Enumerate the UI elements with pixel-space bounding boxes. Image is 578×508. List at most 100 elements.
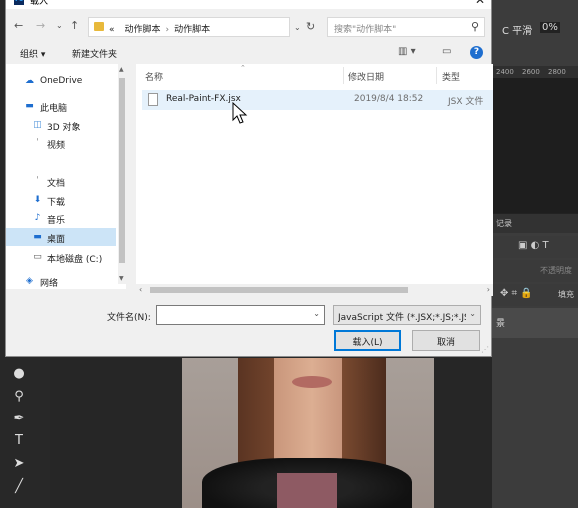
ps-portrait-photo bbox=[182, 358, 434, 508]
breadcrumb-item[interactable]: 动作脚本 bbox=[174, 25, 210, 35]
cancel-button[interactable]: 取消 bbox=[412, 330, 480, 351]
path-select-tool-icon[interactable]: ➤ bbox=[10, 455, 28, 473]
music-icon: ♪ bbox=[34, 213, 41, 223]
load-button[interactable]: 载入(L) bbox=[334, 330, 401, 351]
column-divider[interactable] bbox=[343, 67, 344, 84]
nav-item-desktop[interactable]: ▬ 桌面 bbox=[6, 228, 116, 246]
scroll-right-icon[interactable]: › bbox=[487, 285, 490, 294]
refresh-icon[interactable]: ↻ bbox=[306, 20, 315, 33]
nav-label: 下载 bbox=[47, 198, 66, 208]
nav-label: 视频 bbox=[47, 141, 66, 151]
scroll-down-icon[interactable]: ▼ bbox=[119, 275, 124, 282]
scroll-up-icon[interactable]: ▲ bbox=[119, 66, 124, 73]
nav-item-downloads[interactable]: ⬇ 下载 bbox=[6, 191, 116, 209]
nav-label: OneDrive bbox=[40, 76, 83, 86]
ps-smoothing-value[interactable]: 0% bbox=[540, 22, 560, 33]
line-tool-icon[interactable]: ╱ bbox=[10, 478, 28, 496]
column-divider[interactable] bbox=[436, 67, 437, 84]
filename-label: 文件名(N): bbox=[107, 313, 151, 323]
ruler-tick: 2600 bbox=[522, 68, 540, 76]
organize-button[interactable]: 组织 ▾ bbox=[20, 47, 45, 60]
sort-arrow-icon: ⌃ bbox=[240, 64, 246, 72]
pen-tool-icon[interactable]: ✒ bbox=[10, 410, 28, 428]
panel-tab-label: 记录 bbox=[496, 219, 512, 228]
type-tool-icon[interactable]: T bbox=[10, 432, 28, 450]
back-arrow-icon[interactable]: ← bbox=[14, 19, 23, 32]
nav-item-documents[interactable]: ˈ 文档 bbox=[6, 172, 116, 190]
up-arrow-icon[interactable]: ↑ bbox=[70, 19, 79, 32]
ps-panel-tab-history[interactable]: 记录 bbox=[492, 213, 578, 233]
load-dialog: Ps 载入 ✕ ← → ⌄ ↑ « 动作脚本 › 动作脚本 ⌄ ↻ 搜索"动作脚本" … bbox=[5, 0, 493, 357]
help-icon[interactable]: ? bbox=[470, 46, 483, 59]
breadcrumb-item[interactable]: 动作脚本 bbox=[125, 25, 161, 35]
nav-item-music[interactable]: ♪ 音乐 bbox=[6, 209, 116, 227]
nav-label: 本地磁盘 (C:) bbox=[47, 255, 103, 265]
scroll-left-icon[interactable]: ‹ bbox=[139, 285, 142, 294]
blur-tool-icon[interactable]: ● bbox=[10, 365, 28, 383]
dodge-tool-icon[interactable]: ⚲ bbox=[10, 388, 28, 406]
ps-opacity-row: 不透明度 bbox=[492, 260, 578, 282]
nav-item-videos[interactable]: ˈ 视频 bbox=[6, 134, 116, 152]
column-header-type[interactable]: 类型 bbox=[442, 70, 460, 83]
address-bar[interactable]: «动作脚本 › 动作脚本 bbox=[88, 17, 290, 37]
chevron-down-icon[interactable]: ⌄ bbox=[469, 309, 476, 318]
search-icon: ⚲ bbox=[470, 20, 479, 33]
download-icon: ⬇ bbox=[33, 195, 42, 205]
nav-item-network[interactable]: ◈ 网络 bbox=[6, 272, 116, 290]
view-options-icon[interactable]: ▥ ▾ bbox=[398, 46, 416, 57]
nav-scrollbar[interactable]: ▲ ▼ bbox=[118, 64, 126, 284]
ps-smoothing-label: C 平滑 bbox=[502, 26, 533, 37]
nav-item-3d-objects[interactable]: ◫ 3D 对象 bbox=[6, 116, 116, 134]
chevron-down-icon[interactable]: ⌄ bbox=[313, 309, 320, 318]
cloud-icon: ☁ bbox=[25, 76, 34, 86]
ruler-tick: 2800 bbox=[548, 68, 566, 76]
ps-layer-filter-row: ▣ ◐ T bbox=[492, 236, 578, 258]
navigation-bar: ← → ⌄ ↑ «动作脚本 › 动作脚本 ⌄ ↻ 搜索"动作脚本" ⚲ bbox=[6, 11, 491, 41]
network-icon: ◈ bbox=[26, 276, 33, 286]
preview-pane-icon[interactable]: ▭ bbox=[442, 46, 451, 57]
fill-label: 填充 bbox=[558, 290, 574, 299]
recent-locations-icon[interactable]: ⌄ bbox=[56, 21, 63, 30]
document-icon: ˈ bbox=[36, 176, 39, 186]
nav-label: 3D 对象 bbox=[47, 123, 81, 133]
nav-item-onedrive[interactable]: ☁ OneDrive bbox=[6, 72, 116, 90]
video-icon: ˈ bbox=[36, 138, 39, 148]
forward-arrow-icon[interactable]: → bbox=[36, 19, 45, 32]
close-icon[interactable]: ✕ bbox=[475, 0, 485, 7]
address-overflow[interactable]: « bbox=[109, 25, 115, 35]
file-name: Real-Paint-FX.jsx bbox=[166, 94, 241, 104]
dialog-title: 载入 bbox=[30, 0, 49, 7]
search-box[interactable]: 搜索"动作脚本" ⚲ bbox=[327, 17, 485, 37]
horizontal-scrollbar[interactable]: ‹ › bbox=[136, 284, 493, 296]
column-header-date[interactable]: 修改日期 bbox=[348, 70, 384, 83]
address-dropdown-icon[interactable]: ⌄ bbox=[294, 23, 301, 32]
file-type-filter[interactable]: JavaScript 文件 (*.JSX;*.JS;*.JS ⌄ bbox=[333, 305, 481, 325]
layer-filter-icons[interactable]: ▣ ◐ T bbox=[518, 240, 549, 251]
folder-icon bbox=[94, 22, 104, 31]
lips bbox=[292, 376, 332, 388]
navigation-pane: ☁ OneDrive ▬ 此电脑 ◫ 3D 对象 ˈ 视频 ˈ 文档 ⬇ 下载 … bbox=[6, 64, 126, 289]
nav-item-this-pc[interactable]: ▬ 此电脑 bbox=[6, 97, 116, 115]
nav-item-local-disk[interactable]: ▭ 本地磁盘 (C:) bbox=[6, 248, 116, 266]
dialog-titlebar[interactable]: Ps 载入 ✕ bbox=[6, 0, 491, 9]
nav-label: 文档 bbox=[47, 179, 66, 189]
file-row[interactable]: Real-Paint-FX.jsx 2019/8/4 18:52 JSX 文件 bbox=[142, 90, 493, 110]
opacity-label: 不透明度 bbox=[540, 266, 572, 275]
scroll-thumb[interactable] bbox=[119, 78, 125, 263]
scroll-thumb[interactable] bbox=[150, 287, 408, 293]
ruler-tick: 2400 bbox=[496, 68, 514, 76]
ps-background-layer[interactable]: 景 bbox=[492, 308, 578, 338]
file-date: 2019/8/4 18:52 bbox=[354, 94, 424, 104]
nav-label: 桌面 bbox=[47, 235, 66, 245]
resize-grip-icon[interactable]: ⋰ bbox=[481, 345, 489, 354]
file-type-filter-value: JavaScript 文件 (*.JSX;*.JS;*.JS bbox=[338, 313, 466, 323]
new-folder-button[interactable]: 新建文件夹 bbox=[72, 47, 117, 60]
command-toolbar: 组织 ▾ 新建文件夹 ▥ ▾ ▭ ? bbox=[6, 42, 491, 64]
column-header-name[interactable]: 名称 bbox=[145, 70, 163, 83]
search-placeholder: 搜索"动作脚本" bbox=[334, 25, 397, 35]
ps-ruler: 2400 2600 2800 bbox=[492, 66, 578, 78]
drive-icon: ▭ bbox=[33, 252, 42, 262]
filename-input[interactable]: ⌄ bbox=[156, 305, 325, 325]
photoshop-app-icon: Ps bbox=[14, 0, 24, 5]
lock-icons[interactable]: ✥ ⌗ 🔒 bbox=[500, 288, 533, 299]
